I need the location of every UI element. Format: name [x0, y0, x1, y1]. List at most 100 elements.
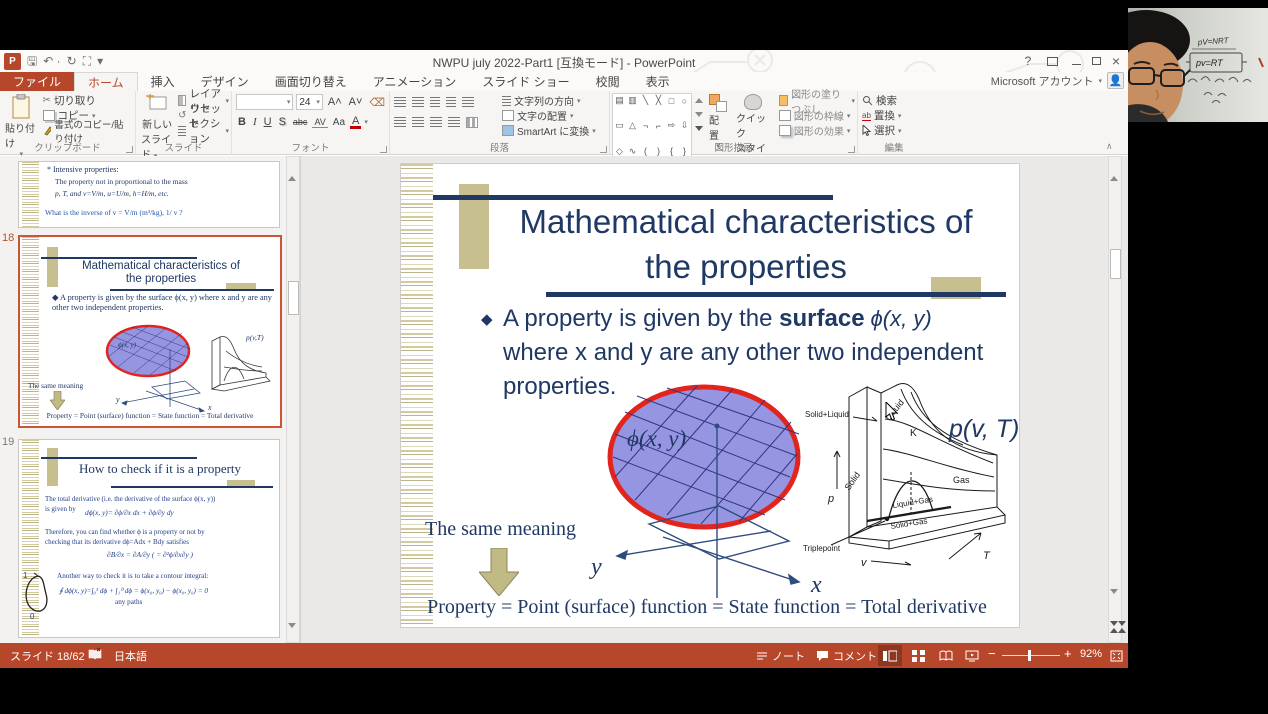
shape-fill-button[interactable]: 図形の塗りつぶし ▾ — [777, 90, 855, 116]
font-name-combo[interactable]: ▾ — [236, 94, 294, 110]
language-indicator[interactable]: 日本語 — [114, 648, 147, 664]
thumb18-pvt-label: p(v,T) — [246, 333, 264, 342]
underline-button[interactable]: U — [262, 116, 274, 128]
slide-bottom-statement[interactable]: Property = Point (surface) function = St… — [401, 596, 1013, 619]
surface-ellipse[interactable] — [605, 382, 805, 534]
ribbon-tabs: ファイル ホーム 挿入 デザイン 画面切り替え アニメーション スライド ショー… — [0, 72, 1128, 91]
tab-animations[interactable]: アニメーション — [360, 72, 470, 91]
clipboard-dialog-launcher[interactable] — [126, 146, 133, 153]
text-direction-button[interactable]: 文字列の方向 ▾ — [500, 93, 596, 108]
tab-file[interactable]: ファイル — [0, 72, 75, 91]
normal-view-button[interactable] — [878, 645, 902, 666]
scroll-up-arrow[interactable] — [288, 159, 299, 181]
thumb19-formula1: dϕ(x, y)= ∂ϕ/∂x dx + ∂ϕ/∂y dy — [85, 508, 174, 517]
align-right-button[interactable] — [430, 117, 442, 127]
shrink-font-button[interactable]: A˅ — [347, 96, 365, 108]
title-rule-2 — [111, 486, 273, 488]
section-button[interactable]: セクション ▾ — [176, 118, 229, 145]
scroll-down-arrow[interactable] — [288, 623, 299, 645]
thumbnail-panel-scrollbar[interactable] — [286, 156, 300, 645]
thumb19-line2: is given by — [45, 505, 76, 513]
paragraph-dialog-launcher[interactable] — [600, 146, 607, 153]
clear-formatting-button[interactable]: ⌫ — [367, 96, 387, 109]
cut-button[interactable]: ✂ 切り取り — [41, 93, 133, 108]
zoom-out-button[interactable]: − — [988, 646, 996, 661]
strikethrough-button[interactable]: abc — [291, 117, 310, 127]
scroll-down-arrow[interactable] — [1110, 589, 1121, 611]
text-shadow-button[interactable]: S — [277, 116, 288, 128]
thumbnail-slide-19[interactable]: How to check if it is a property The tot… — [18, 439, 280, 638]
tab-home[interactable]: ホーム — [74, 72, 138, 91]
bullets-button[interactable] — [394, 97, 406, 107]
same-meaning-label[interactable]: The same meaning — [425, 518, 576, 541]
close-button[interactable]: × — [1106, 50, 1126, 72]
zoom-slider-thumb[interactable] — [1028, 650, 1031, 661]
font-dialog-launcher[interactable] — [380, 146, 387, 153]
account-area[interactable]: Microsoft アカウント ▾ 👤 — [991, 72, 1124, 89]
shape-outline-button[interactable]: 図形の枠線 ▾ — [777, 108, 855, 123]
shape-effects-icon — [778, 125, 791, 136]
replace-icon: ab — [862, 110, 871, 121]
zoom-slider-track[interactable] — [1002, 655, 1060, 656]
reading-view-button[interactable] — [934, 645, 958, 666]
tab-transitions[interactable]: 画面切り替え — [262, 72, 360, 91]
thumbnail-slide-18[interactable]: Mathematical characteristics of the prope… — [18, 235, 282, 428]
zoom-in-button[interactable]: + — [1064, 646, 1072, 661]
format-painter-button[interactable]: 書式のコピー/貼り付け — [41, 120, 133, 145]
slide-canvas[interactable]: Mathematical characteristics of the prope… — [400, 163, 1020, 628]
justify-button[interactable] — [448, 117, 460, 127]
workspace: * Intensive properties: The property not… — [0, 156, 1128, 645]
align-left-button[interactable] — [394, 117, 406, 127]
convert-smartart-button[interactable]: SmartArt に変換 ▾ — [500, 123, 596, 138]
fit-to-window-button[interactable] — [1104, 645, 1128, 666]
scroll-up-arrow[interactable] — [1110, 159, 1121, 181]
next-slide-button[interactable] — [1110, 621, 1126, 643]
minimize-button[interactable] — [1066, 50, 1086, 72]
shape-effects-button[interactable]: 図形の効果 ▾ — [777, 123, 855, 138]
comments-button[interactable]: コメント — [816, 648, 877, 664]
scrollbar-thumb[interactable] — [1110, 249, 1121, 279]
tab-insert[interactable]: 挿入 — [138, 72, 188, 91]
editor-scrollbar[interactable] — [1108, 156, 1126, 643]
align-center-button[interactable] — [412, 117, 424, 127]
help-button[interactable]: ? — [1018, 50, 1038, 72]
grow-font-button[interactable]: A˄ — [326, 96, 344, 108]
tab-review[interactable]: 校閲 — [583, 72, 633, 91]
quick-styles-icon — [744, 94, 763, 110]
select-button[interactable]: 選択 ▾ — [860, 123, 928, 138]
drawing-dialog-launcher[interactable] — [848, 146, 855, 153]
replace-button[interactable]: ab 置換 ▾ — [860, 108, 928, 123]
line-spacing-button[interactable] — [462, 97, 474, 107]
tab-slideshow[interactable]: スライド ショー — [469, 72, 582, 91]
thumbnail-slide-17[interactable]: * Intensive properties: The property not… — [18, 161, 280, 228]
pvt-gas-label: Gas — [953, 475, 970, 485]
shapes-gallery-scrollbar[interactable] — [695, 93, 703, 135]
tab-view[interactable]: 表示 — [633, 72, 683, 91]
font-color-button[interactable]: A — [350, 115, 362, 129]
zoom-level[interactable]: 92% — [1080, 648, 1102, 660]
ribbon-display-options-button[interactable] — [1042, 50, 1062, 72]
slide-sorter-view-button[interactable] — [906, 645, 930, 666]
font-size-combo[interactable]: 24 ▾ — [296, 94, 323, 110]
bold-button[interactable]: B — [236, 116, 248, 128]
comments-icon — [817, 651, 828, 661]
collapse-ribbon-button[interactable]: ∧ — [1106, 141, 1113, 152]
italic-button[interactable]: I — [251, 116, 259, 128]
slide-stripe-decoration — [22, 237, 39, 426]
columns-button[interactable] — [466, 116, 478, 128]
decrease-indent-button[interactable] — [430, 97, 440, 107]
character-spacing-button[interactable]: AV — [312, 117, 328, 128]
panel-divider[interactable] — [300, 156, 301, 643]
restore-button[interactable] — [1086, 50, 1106, 72]
notes-button[interactable]: ノート — [756, 648, 805, 664]
down-block-arrow[interactable] — [479, 548, 519, 596]
spell-check-button[interactable] — [88, 647, 102, 664]
increase-indent-button[interactable] — [446, 97, 456, 107]
pvt-surface-figure[interactable]: Solid+Liquid Liquid K Gas Liquid+Gas Sol… — [801, 359, 1019, 573]
align-text-button[interactable]: 文字の配置 ▾ — [500, 108, 596, 123]
numbering-button[interactable] — [412, 97, 424, 107]
slideshow-view-button[interactable] — [960, 645, 984, 666]
scrollbar-thumb[interactable] — [288, 281, 299, 315]
change-case-button[interactable]: Aa — [331, 117, 347, 128]
find-button[interactable]: 検索 — [860, 93, 928, 108]
